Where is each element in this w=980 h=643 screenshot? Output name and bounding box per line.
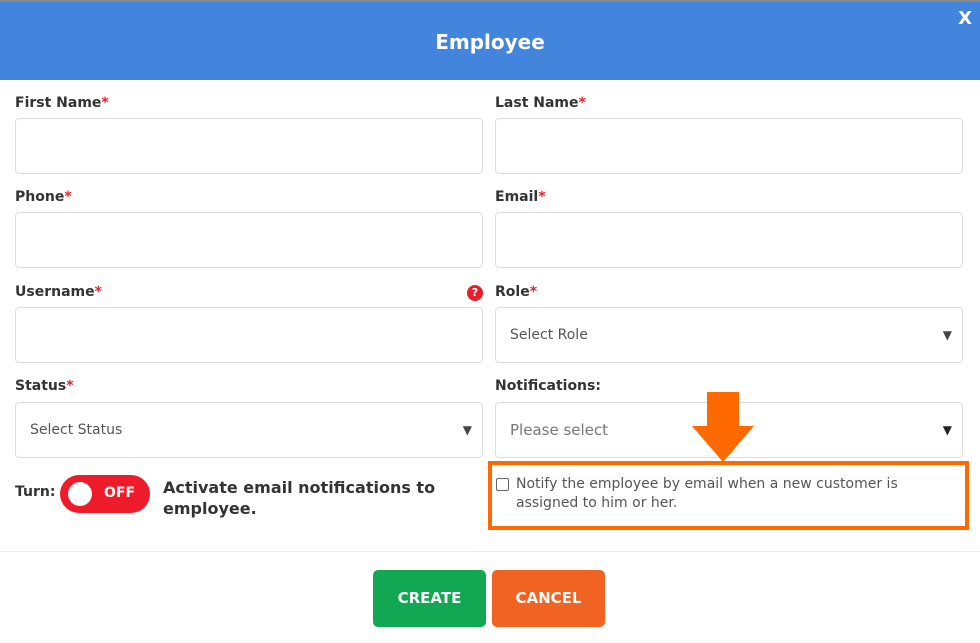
email-notifications-toggle[interactable]: OFF bbox=[60, 475, 150, 513]
notifications-placeholder: Please select bbox=[510, 421, 609, 439]
status-placeholder: Select Status bbox=[30, 422, 123, 438]
caret-down-icon: ▼ bbox=[942, 423, 952, 437]
first-name-label: First Name* bbox=[15, 95, 109, 111]
caret-down-icon: ▼ bbox=[942, 328, 952, 342]
email-input[interactable] bbox=[495, 212, 963, 268]
notify-checkbox-label: Notify the employee by email when a new … bbox=[516, 476, 898, 511]
last-name-label: Last Name* bbox=[495, 95, 586, 111]
role-select[interactable]: Select Role ▼ bbox=[495, 307, 963, 363]
role-placeholder: Select Role bbox=[510, 327, 588, 343]
help-icon[interactable]: ? bbox=[467, 285, 483, 301]
first-name-input[interactable] bbox=[15, 118, 483, 174]
phone-label: Phone* bbox=[15, 189, 72, 205]
footer-divider bbox=[0, 551, 980, 552]
modal-title: Employee bbox=[435, 30, 545, 54]
last-name-input[interactable] bbox=[495, 118, 963, 174]
arrow-down-icon bbox=[692, 392, 754, 462]
cancel-button[interactable]: CANCEL bbox=[492, 570, 605, 627]
toggle-knob bbox=[68, 482, 92, 506]
toggle-state: OFF bbox=[104, 485, 136, 501]
modal-header: Employee X bbox=[0, 0, 980, 80]
status-select[interactable]: Select Status ▼ bbox=[15, 402, 483, 458]
username-input[interactable] bbox=[15, 307, 483, 363]
caret-down-icon: ▼ bbox=[462, 423, 472, 437]
email-label: Email* bbox=[495, 189, 546, 205]
notifications-label: Notifications: bbox=[495, 378, 601, 394]
phone-input[interactable] bbox=[15, 212, 483, 268]
toggle-description: Activate email notifications to employee… bbox=[163, 478, 436, 518]
turn-label: Turn: bbox=[15, 484, 56, 500]
create-button[interactable]: CREATE bbox=[373, 570, 486, 627]
close-icon[interactable]: X bbox=[958, 8, 972, 29]
role-label: Role* bbox=[495, 284, 538, 300]
username-label: Username* bbox=[15, 284, 102, 300]
notify-checkbox[interactable] bbox=[496, 478, 509, 491]
status-label: Status* bbox=[15, 378, 74, 394]
